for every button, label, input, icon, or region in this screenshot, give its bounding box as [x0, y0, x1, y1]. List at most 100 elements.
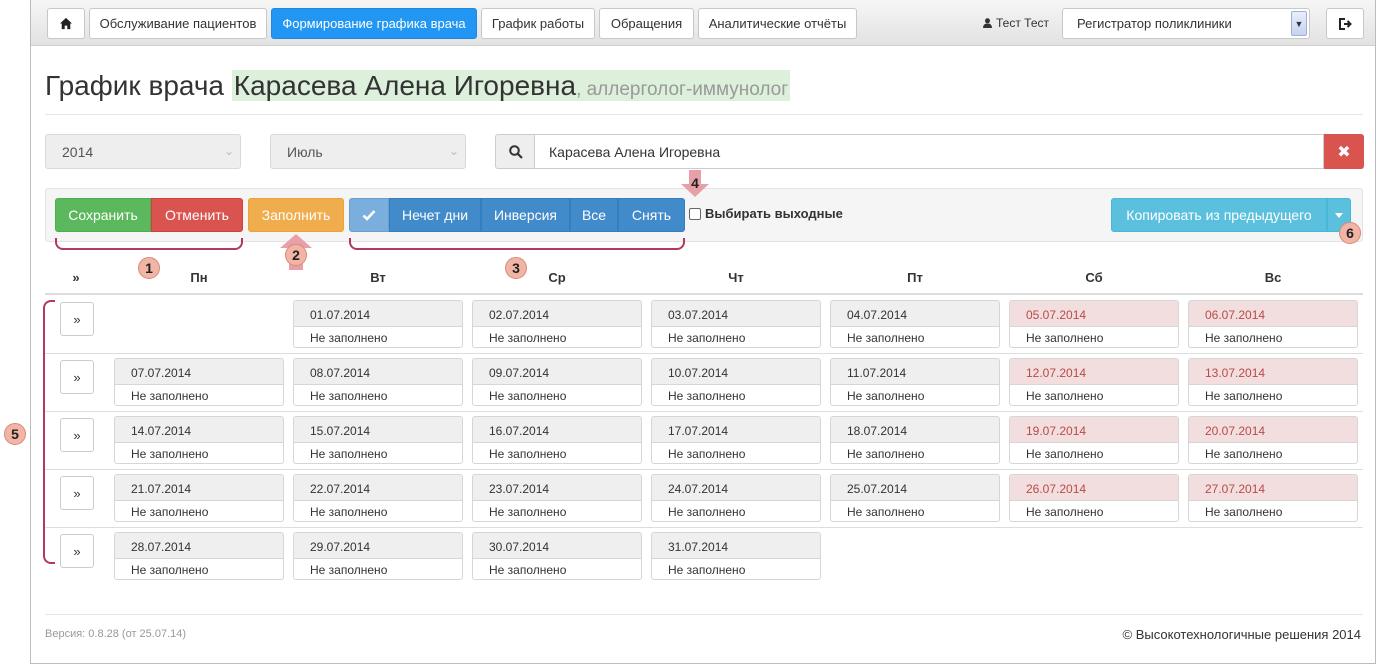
day-cell[interactable]: 20.07.2014 Не заполнено	[1188, 416, 1358, 464]
day-cell-status: Не заполнено	[668, 505, 746, 519]
day-cell[interactable]: 31.07.2014 Не заполнено	[651, 532, 821, 580]
callout-badge-2: 2	[285, 244, 307, 266]
day-cell-status: Не заполнено	[489, 563, 567, 577]
day-cell[interactable]: 12.07.2014 Не заполнено	[1009, 358, 1179, 406]
day-cell[interactable]: 01.07.2014 Не заполнено	[293, 300, 463, 348]
select-weekends-checkbox[interactable]	[689, 207, 701, 220]
tab-work-schedule[interactable]: График работы	[481, 8, 595, 39]
day-cell-date: 10.07.2014	[652, 359, 820, 385]
doctor-specialty: , аллерголог-иммунолог	[576, 79, 789, 100]
tab-analytics[interactable]: Аналитические отчёты	[698, 8, 857, 39]
chevron-down-icon: ▼	[1291, 11, 1307, 36]
copy-previous-button[interactable]: Копировать из предыдущего	[1111, 198, 1327, 232]
day-cell-status: Не заполнено	[1026, 447, 1104, 461]
search-addon[interactable]	[495, 134, 535, 169]
day-cell-status: Не заполнено	[131, 505, 209, 519]
day-cell-status: Не заполнено	[310, 331, 388, 345]
day-cell-status: Не заполнено	[310, 447, 388, 461]
week-row-button[interactable]: »	[60, 302, 94, 336]
day-cell[interactable]: 13.07.2014 Не заполнено	[1188, 358, 1358, 406]
home-button[interactable]	[47, 8, 85, 39]
day-cell[interactable]: 07.07.2014 Не заполнено	[114, 358, 284, 406]
week-row-button[interactable]: »	[60, 476, 94, 510]
day-cell-date: 18.07.2014	[831, 417, 999, 443]
day-cell-status: Не заполнено	[489, 505, 567, 519]
day-cell-date: 01.07.2014	[294, 301, 462, 327]
save-button[interactable]: Сохранить	[55, 198, 151, 232]
week-divider	[45, 353, 1363, 354]
select-all-button[interactable]: Все	[570, 198, 618, 232]
user-icon	[983, 18, 992, 28]
cancel-button[interactable]: Отменить	[151, 198, 243, 232]
day-cell-status: Не заполнено	[1205, 447, 1283, 461]
day-cell[interactable]: 05.07.2014 Не заполнено	[1009, 300, 1179, 348]
day-cell[interactable]: 11.07.2014 Не заполнено	[830, 358, 1000, 406]
day-cell[interactable]: 27.07.2014 Не заполнено	[1188, 474, 1358, 522]
check-button[interactable]	[349, 198, 389, 232]
day-cell-status: Не заполнено	[1026, 389, 1104, 403]
week-row-button[interactable]: »	[60, 534, 94, 568]
chevron-down-icon: ⌄	[223, 144, 234, 158]
search-icon	[508, 144, 523, 159]
day-cell[interactable]: 21.07.2014 Не заполнено	[114, 474, 284, 522]
day-cell[interactable]: 22.07.2014 Не заполнено	[293, 474, 463, 522]
role-select-value: Регистратор поликлиники	[1077, 16, 1232, 31]
day-cell-date: 03.07.2014	[652, 301, 820, 327]
day-cell[interactable]: 03.07.2014 Не заполнено	[651, 300, 821, 348]
chevron-down-icon: ⌄	[448, 144, 459, 158]
day-cell[interactable]: 08.07.2014 Не заполнено	[293, 358, 463, 406]
deselect-button[interactable]: Снять	[618, 198, 685, 232]
day-cell-status: Не заполнено	[668, 389, 746, 403]
select-weekends-option[interactable]: Выбирать выходные	[689, 206, 843, 221]
day-cell-date: 12.07.2014	[1010, 359, 1178, 385]
day-cell[interactable]: 04.07.2014 Не заполнено	[830, 300, 1000, 348]
day-cell[interactable]: 29.07.2014 Не заполнено	[293, 532, 463, 580]
day-cell[interactable]: 02.07.2014 Не заполнено	[472, 300, 642, 348]
day-cell[interactable]: 16.07.2014 Не заполнено	[472, 416, 642, 464]
day-cell-date: 08.07.2014	[294, 359, 462, 385]
day-cell[interactable]: 26.07.2014 Не заполнено	[1009, 474, 1179, 522]
week-row-button[interactable]: »	[60, 418, 94, 452]
day-cell[interactable]: 25.07.2014 Не заполнено	[830, 474, 1000, 522]
day-cell-date: 09.07.2014	[473, 359, 641, 385]
day-cell[interactable]: 19.07.2014 Не заполнено	[1009, 416, 1179, 464]
odd-days-button[interactable]: Нечет дни	[389, 198, 481, 232]
fill-button[interactable]: Заполнить	[248, 198, 344, 232]
day-cell-date: 21.07.2014	[115, 475, 283, 501]
day-cell-status: Не заполнено	[310, 389, 388, 403]
year-select[interactable]: 2014 ⌄	[45, 134, 241, 169]
day-cell-date: 27.07.2014	[1189, 475, 1357, 501]
doctor-search-input[interactable]: Карасева Алена Игоревна	[534, 134, 1324, 169]
check-icon	[362, 210, 376, 221]
week-row-button[interactable]: »	[60, 360, 94, 394]
inverse-button[interactable]: Инверсия	[481, 198, 570, 232]
day-cell-status: Не заполнено	[847, 389, 925, 403]
version-text: Версия: 0.8.28 (от 25.07.14)	[45, 628, 187, 640]
day-cell[interactable]: 18.07.2014 Не заполнено	[830, 416, 1000, 464]
logout-button[interactable]	[1326, 8, 1364, 39]
day-cell[interactable]: 17.07.2014 Не заполнено	[651, 416, 821, 464]
select-weekends-label: Выбирать выходные	[705, 206, 843, 221]
day-cell-date: 25.07.2014	[831, 475, 999, 501]
day-cell[interactable]: 06.07.2014 Не заполнено	[1188, 300, 1358, 348]
month-select[interactable]: Июль ⌄	[270, 134, 466, 169]
day-cell[interactable]: 30.07.2014 Не заполнено	[472, 532, 642, 580]
day-cell-date: 04.07.2014	[831, 301, 999, 327]
day-cell[interactable]: 15.07.2014 Не заполнено	[293, 416, 463, 464]
copyright-text: © Высокотехнологичные решения 2014	[1122, 627, 1361, 642]
day-cell[interactable]: 24.07.2014 Не заполнено	[651, 474, 821, 522]
day-cell[interactable]: 09.07.2014 Не заполнено	[472, 358, 642, 406]
tab-appeals[interactable]: Обращения	[599, 8, 694, 39]
tab-patient-service[interactable]: Обслуживание пациентов	[89, 8, 267, 39]
day-cell[interactable]: 23.07.2014 Не заполнено	[472, 474, 642, 522]
day-header-mon: Пн	[190, 270, 208, 285]
day-cell-date: 31.07.2014	[652, 533, 820, 559]
day-cell[interactable]: 28.07.2014 Не заполнено	[114, 532, 284, 580]
day-cell[interactable]: 10.07.2014 Не заполнено	[651, 358, 821, 406]
day-cell-date: 13.07.2014	[1189, 359, 1357, 385]
role-select[interactable]: Регистратор поликлиники ▼	[1062, 8, 1310, 39]
clear-search-button[interactable]: ✖	[1324, 134, 1364, 169]
day-cell[interactable]: 14.07.2014 Не заполнено	[114, 416, 284, 464]
tab-doctor-schedule[interactable]: Формирование графика врача	[271, 8, 477, 39]
user-info[interactable]: Тест Тест	[983, 16, 1049, 30]
